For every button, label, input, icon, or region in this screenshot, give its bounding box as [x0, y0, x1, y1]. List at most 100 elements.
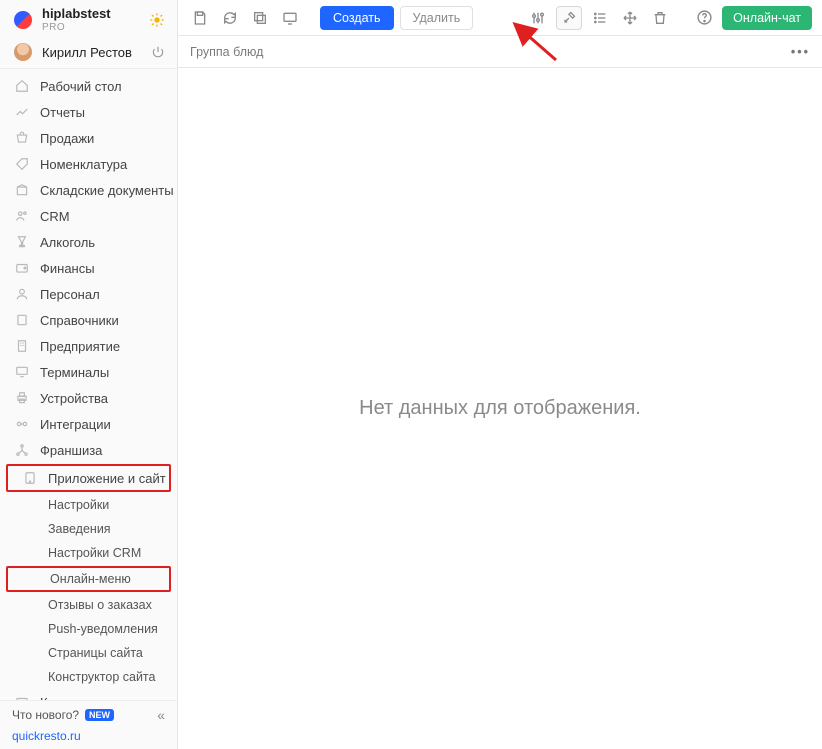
box-icon	[14, 182, 30, 198]
sidebar-item-label: Предприятие	[40, 339, 120, 354]
sidebar-item-label: Приложение и сайт	[48, 471, 166, 486]
sidebar-item-label: CRM	[40, 209, 70, 224]
sidebar-item-personnel[interactable]: Персонал	[0, 281, 177, 307]
sidebar-item-label: Отзывы о заказах	[48, 598, 152, 612]
sidebar-item-label: Онлайн-меню	[50, 572, 131, 586]
content-area: Нет данных для отображения.	[178, 68, 822, 749]
sidebar-item-label: Складские документы	[40, 183, 174, 198]
brand-name: hiplabstest	[42, 7, 111, 21]
avatar	[14, 43, 32, 61]
sidebar-item-alcohol[interactable]: Алкоголь	[0, 229, 177, 255]
refresh-icon[interactable]	[218, 6, 242, 30]
sidebar-item-label: Настройки	[48, 498, 109, 512]
main: Создать Удалить	[178, 0, 822, 749]
delete-button[interactable]: Удалить	[400, 6, 474, 30]
network-icon	[14, 442, 30, 458]
user-row[interactable]: Кирилл Рестов	[0, 36, 177, 69]
sidebar-item-label: Устройства	[40, 391, 108, 406]
sidebar-item-warehouse[interactable]: Складские документы	[0, 177, 177, 203]
online-chat-label: Онлайн-чат	[733, 11, 801, 25]
help-icon[interactable]	[692, 6, 716, 30]
sidebar-item-label: Алкоголь	[40, 235, 95, 250]
brand-block: hiplabstest PRO	[0, 0, 177, 36]
sidebar-item-finance[interactable]: Финансы	[0, 255, 177, 281]
tablet-icon	[22, 470, 38, 486]
home-icon	[14, 78, 30, 94]
sidebar-item-devices[interactable]: Устройства	[0, 385, 177, 411]
new-badge: NEW	[85, 709, 114, 721]
sidebar-item-label: Заведения	[48, 522, 111, 536]
copy-icon[interactable]	[248, 6, 272, 30]
sidebar-sub-site-builder[interactable]: Конструктор сайта	[0, 665, 177, 689]
building-icon	[14, 338, 30, 354]
monitor-icon	[14, 364, 30, 380]
save-icon[interactable]	[188, 6, 212, 30]
sidebar-item-label: Push-уведомления	[48, 622, 158, 636]
sidebar-footer: Что нового? NEW « quickresto.ru	[0, 700, 177, 749]
sidebar-item-integrations[interactable]: Интеграции	[0, 411, 177, 437]
sidebar-item-label: Персонал	[40, 287, 100, 302]
sidebar-item-label: Настройки CRM	[48, 546, 141, 560]
sidebar-item-enterprise[interactable]: Предприятие	[0, 333, 177, 359]
whats-new-label: Что нового?	[12, 708, 79, 722]
chart-icon	[14, 104, 30, 120]
subbar: Группа блюд •••	[178, 36, 822, 68]
sidebar-item-label: Финансы	[40, 261, 95, 276]
sidebar-sub-site-pages[interactable]: Страницы сайта	[0, 641, 177, 665]
site-link[interactable]: quickresto.ru	[12, 729, 165, 743]
whats-new[interactable]: Что нового? NEW «	[12, 707, 165, 723]
screen-icon[interactable]	[278, 6, 302, 30]
sidebar-item-references[interactable]: Справочники	[0, 307, 177, 333]
people-icon	[14, 208, 30, 224]
sidebar-item-sales[interactable]: Продажи	[0, 125, 177, 151]
collapse-icon[interactable]: «	[157, 707, 165, 723]
sidebar-item-terminals[interactable]: Терминалы	[0, 359, 177, 385]
glass-icon	[14, 234, 30, 250]
cart-icon	[14, 130, 30, 146]
sidebar-sub-settings[interactable]: Настройки	[0, 493, 177, 517]
sliders-icon[interactable]	[526, 6, 550, 30]
sidebar: hiplabstest PRO Кирилл Рестов Рабочий ст…	[0, 0, 178, 749]
create-button[interactable]: Создать	[320, 6, 394, 30]
tools-icon[interactable]	[556, 6, 582, 30]
move-icon[interactable]	[618, 6, 642, 30]
sidebar-item-franchise[interactable]: Франшиза	[0, 437, 177, 463]
sidebar-item-reports[interactable]: Отчеты	[0, 99, 177, 125]
online-chat-button[interactable]: Онлайн-чат	[722, 6, 812, 30]
sidebar-item-nomenclature[interactable]: Номенклатура	[0, 151, 177, 177]
brand-plan: PRO	[42, 22, 111, 33]
sidebar-sub-locations[interactable]: Заведения	[0, 517, 177, 541]
sidebar-item-label: Страницы сайта	[48, 646, 143, 660]
sidebar-item-label: Франшиза	[40, 443, 102, 458]
sidebar-item-dashboard[interactable]: Рабочий стол	[0, 73, 177, 99]
book-icon	[14, 312, 30, 328]
create-button-label: Создать	[333, 11, 381, 25]
empty-state-text: Нет данных для отображения.	[359, 397, 641, 420]
brand-logo	[14, 11, 32, 29]
link-icon	[14, 416, 30, 432]
nav: Рабочий стол Отчеты Продажи Номенклатура…	[0, 69, 177, 700]
tag-icon	[14, 156, 30, 172]
sidebar-sub-push[interactable]: Push-уведомления	[0, 617, 177, 641]
user-icon	[14, 286, 30, 302]
list-icon[interactable]	[588, 6, 612, 30]
topbar: Создать Удалить	[178, 0, 822, 36]
sidebar-sub-reviews[interactable]: Отзывы о заказах	[0, 593, 177, 617]
wallet-icon	[14, 260, 30, 276]
sidebar-item-label: Справочники	[40, 313, 119, 328]
sidebar-item-label: Терминалы	[40, 365, 109, 380]
delete-button-label: Удалить	[413, 11, 461, 25]
highlight-online-menu: Онлайн-меню	[6, 566, 171, 592]
power-icon[interactable]	[151, 45, 165, 59]
sidebar-item-crm[interactable]: CRM	[0, 203, 177, 229]
sidebar-item-label: Интеграции	[40, 417, 111, 432]
sidebar-item-label: Рабочий стол	[40, 79, 122, 94]
sidebar-item-loyalty[interactable]: Карты лояльности	[0, 689, 177, 700]
printer-icon	[14, 390, 30, 406]
trash-icon[interactable]	[648, 6, 672, 30]
breadcrumb: Группа блюд	[190, 45, 263, 59]
sidebar-item-app-site[interactable]: Приложение и сайт	[8, 466, 169, 490]
sidebar-sub-crm-settings[interactable]: Настройки CRM	[0, 541, 177, 565]
sidebar-sub-online-menu[interactable]: Онлайн-меню	[8, 568, 169, 590]
more-icon[interactable]: •••	[791, 45, 810, 59]
